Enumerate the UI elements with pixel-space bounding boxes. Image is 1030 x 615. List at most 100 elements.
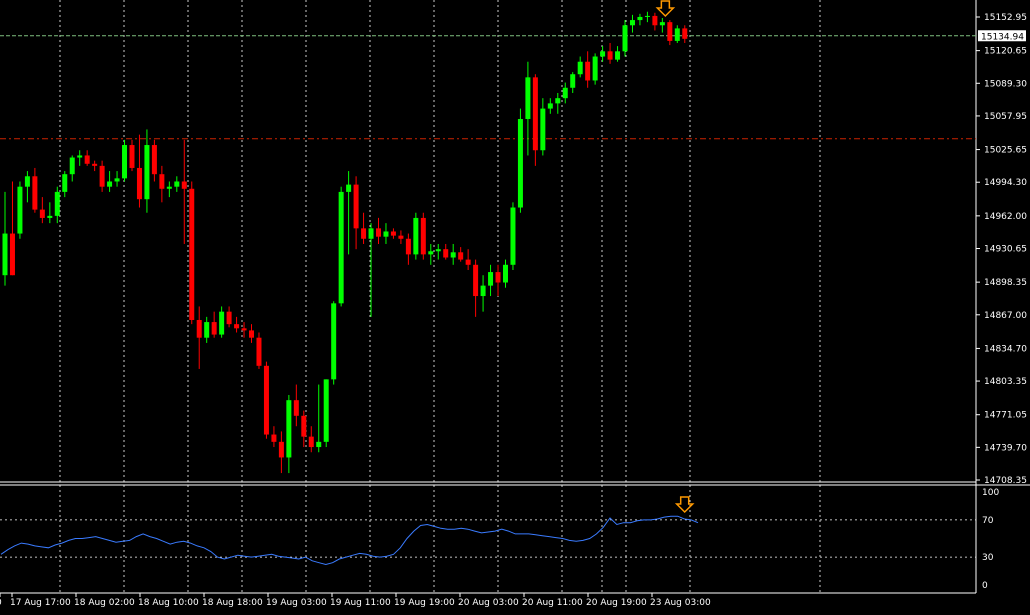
candle-body[interactable] bbox=[24, 176, 30, 187]
candle-body[interactable] bbox=[488, 272, 494, 286]
candle-body[interactable] bbox=[92, 163, 98, 166]
candle-body[interactable] bbox=[502, 264, 508, 283]
candle-body[interactable] bbox=[376, 228, 381, 237]
candle-body[interactable] bbox=[263, 365, 269, 435]
candle-body[interactable] bbox=[211, 322, 217, 335]
candle-body[interactable] bbox=[114, 178, 120, 182]
time-tick-label: 20 Aug 11:00 bbox=[522, 598, 583, 608]
candle-body[interactable] bbox=[510, 207, 516, 265]
candle-body[interactable] bbox=[390, 231, 396, 236]
candle-body[interactable] bbox=[532, 77, 538, 151]
candle-body[interactable] bbox=[405, 238, 411, 255]
candle-body[interactable] bbox=[398, 235, 404, 239]
candle-body[interactable] bbox=[682, 28, 688, 39]
price-tick-label: 14708.35 bbox=[984, 476, 1027, 486]
candle-body[interactable] bbox=[84, 155, 90, 164]
candle-body[interactable] bbox=[151, 145, 157, 175]
candle-body[interactable] bbox=[17, 186, 23, 234]
oscillator-tick-label: 70 bbox=[982, 516, 994, 526]
candle-body[interactable] bbox=[480, 285, 486, 297]
candle-body[interactable] bbox=[256, 337, 262, 366]
candle-body[interactable] bbox=[234, 324, 240, 329]
candle-body[interactable] bbox=[592, 56, 598, 81]
candle-body[interactable] bbox=[286, 400, 292, 458]
candle-body[interactable] bbox=[316, 441, 322, 448]
candle-body[interactable] bbox=[450, 252, 456, 258]
candle-body[interactable] bbox=[570, 74, 576, 88]
candle-body[interactable] bbox=[346, 184, 352, 192]
candle-body[interactable] bbox=[525, 77, 531, 120]
candle-body[interactable] bbox=[99, 165, 105, 187]
candle-body[interactable] bbox=[622, 25, 628, 52]
candle-body[interactable] bbox=[226, 311, 232, 325]
current-price-tag: 15134.94 bbox=[978, 30, 1026, 42]
candle-body[interactable] bbox=[278, 441, 284, 458]
candle-body[interactable] bbox=[219, 311, 225, 335]
candle-body[interactable] bbox=[204, 322, 210, 338]
candle-body[interactable] bbox=[136, 167, 142, 200]
candle-body[interactable] bbox=[308, 436, 314, 448]
candle-body[interactable] bbox=[271, 434, 277, 442]
candle-body[interactable] bbox=[144, 145, 150, 200]
candle-body[interactable] bbox=[301, 415, 307, 437]
candle-body[interactable] bbox=[249, 330, 255, 338]
time-tick-label: 0 bbox=[0, 598, 2, 608]
candle-body[interactable] bbox=[659, 22, 665, 26]
candle-body[interactable] bbox=[54, 191, 60, 216]
candle-body[interactable] bbox=[368, 228, 374, 239]
candle-body[interactable] bbox=[196, 319, 202, 338]
candle-body[interactable] bbox=[361, 228, 367, 239]
candle-body[interactable] bbox=[189, 188, 195, 320]
candle-body[interactable] bbox=[77, 155, 83, 158]
candle-body[interactable] bbox=[241, 328, 247, 331]
candle-body[interactable] bbox=[129, 145, 135, 168]
candle-body[interactable] bbox=[577, 61, 583, 75]
candle-body[interactable] bbox=[644, 15, 650, 17]
candle-body[interactable] bbox=[674, 28, 680, 41]
candle-body[interactable] bbox=[338, 191, 344, 304]
candle-body[interactable] bbox=[293, 400, 299, 416]
candle-body[interactable] bbox=[652, 15, 658, 26]
candle-body[interactable] bbox=[323, 379, 329, 442]
candle-body[interactable] bbox=[181, 181, 187, 189]
candle-body[interactable] bbox=[107, 181, 113, 187]
candle-body[interactable] bbox=[607, 51, 613, 60]
candle-body[interactable] bbox=[383, 231, 389, 237]
candle-body[interactable] bbox=[585, 61, 591, 81]
candle-body[interactable] bbox=[600, 51, 606, 57]
candle-body[interactable] bbox=[69, 157, 75, 175]
candle-body[interactable] bbox=[122, 145, 128, 179]
candle-body[interactable] bbox=[517, 119, 523, 208]
candle-body[interactable] bbox=[667, 22, 673, 41]
candle-body[interactable] bbox=[629, 20, 635, 26]
candle-body[interactable] bbox=[331, 303, 337, 380]
candle-body[interactable] bbox=[428, 251, 434, 255]
candle-body[interactable] bbox=[637, 16, 643, 21]
candle-body[interactable] bbox=[615, 51, 621, 60]
candle-body[interactable] bbox=[2, 233, 8, 276]
price-axis: 15152.95 15120.65 15089.30 15057.95 15025.65… bbox=[976, 13, 1027, 486]
candle-body[interactable] bbox=[174, 181, 180, 187]
candle-body[interactable] bbox=[540, 108, 546, 151]
chart-canvas[interactable]: 15152.95 15120.65 15089.30 15057.95 15025.65… bbox=[0, 0, 1030, 615]
candle-body[interactable] bbox=[9, 233, 15, 276]
candle-body[interactable] bbox=[420, 217, 426, 255]
candle-body[interactable] bbox=[32, 176, 38, 210]
candle-body[interactable] bbox=[166, 186, 172, 189]
candle-body[interactable] bbox=[562, 87, 568, 99]
candle-body[interactable] bbox=[353, 184, 359, 229]
candle-body[interactable] bbox=[159, 174, 165, 189]
candle-body[interactable] bbox=[555, 98, 561, 104]
oscillator-tick-label: 100 bbox=[982, 488, 999, 498]
candle-body[interactable] bbox=[39, 209, 45, 218]
candle-body[interactable] bbox=[473, 264, 479, 297]
candle-body[interactable] bbox=[547, 103, 553, 109]
candle-body[interactable] bbox=[495, 272, 501, 283]
candle-body[interactable] bbox=[47, 215, 53, 218]
candle-body[interactable] bbox=[443, 249, 449, 258]
candle-body[interactable] bbox=[413, 217, 419, 255]
candle-body[interactable] bbox=[435, 249, 441, 252]
candle-body[interactable] bbox=[465, 259, 471, 265]
candle-body[interactable] bbox=[62, 174, 68, 192]
candle-body[interactable] bbox=[458, 252, 464, 260]
